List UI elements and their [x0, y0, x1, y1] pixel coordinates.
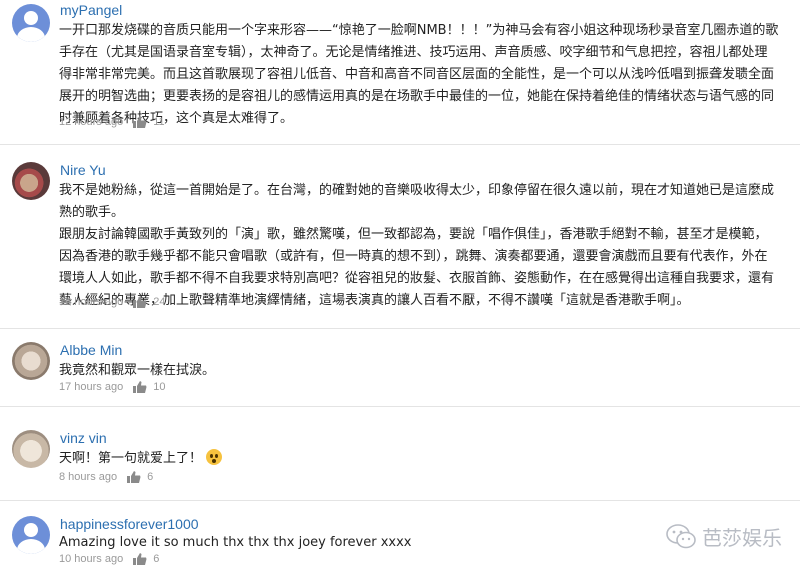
comment-text: 我不是她粉絲，從這一首開始是了。在台灣，的確對她的音樂吸收得太少，印象停留在很久…	[59, 180, 780, 312]
username[interactable]: vinz vin	[60, 430, 107, 446]
comment-body: 天啊！第一句就爱上了！	[59, 451, 203, 466]
thumbs-up-icon[interactable]	[133, 381, 147, 393]
avatar[interactable]	[12, 516, 50, 554]
comment-item: vinz vin 天啊！第一句就爱上了！ 8 hours ago 6	[0, 426, 800, 486]
like-count: 10	[153, 381, 166, 393]
screaming-face-emoji-icon	[206, 449, 223, 465]
comment-text: 天啊！第一句就爱上了！	[59, 448, 780, 470]
default-avatar-head	[24, 523, 38, 537]
comment-paragraph: 我不是她粉絲，從這一首開始是了。在台灣，的確對她的音樂吸收得太少，印象停留在很久…	[59, 183, 775, 220]
comment-text: 一开口那发烧碟的音质只能用一个字来形容——“惊艳了一脸啊NMB！！！”为神马会有…	[59, 23, 779, 126]
divider	[0, 144, 800, 145]
comment-meta: 17 hours ago 10	[59, 381, 165, 393]
avatar[interactable]	[12, 4, 50, 42]
thumbs-up-icon[interactable]	[127, 471, 141, 483]
default-avatar-head	[24, 11, 38, 25]
username[interactable]: Albbe Min	[60, 342, 122, 358]
default-avatar-body	[17, 539, 45, 554]
username[interactable]: happinessforever1000	[60, 516, 199, 532]
comment-meta: 10 hours ago 6	[59, 553, 159, 565]
comment-paragraph: 跟朋友討論韓國歌手黃致列的「演」歌，雖然驚嘆，但一致都認為，要說「唱作俱佳」，香…	[59, 227, 775, 308]
watermark: 芭莎娱乐	[666, 522, 782, 551]
emoji-mouth	[212, 459, 217, 463]
comment-item: Albbe Min 我竟然和觀眾一樣在拭淚。 17 hours ago 10	[0, 338, 800, 398]
avatar[interactable]	[12, 342, 50, 380]
timestamp: 10 hours ago	[59, 553, 124, 565]
default-avatar-body	[17, 27, 45, 42]
watermark-text: 芭莎娱乐	[702, 526, 782, 550]
divider	[0, 500, 800, 501]
divider	[0, 406, 800, 407]
timestamp: 16 hours ago	[59, 296, 124, 308]
comment-text: 我竟然和觀眾一樣在拭淚。	[59, 363, 216, 378]
comment-item: Nire Yu 我不是她粉絲，從這一首開始是了。在台灣，的確對她的音樂吸收得太少…	[0, 156, 800, 316]
timestamp: 12 hours ago	[59, 116, 124, 128]
thumbs-up-icon[interactable]	[133, 296, 147, 308]
like-count: 24	[153, 296, 166, 308]
wechat-icon	[666, 523, 696, 548]
comment-meta: 12 hours ago 11	[59, 116, 165, 128]
username[interactable]: myPangel	[60, 2, 122, 18]
thumbs-up-icon[interactable]	[133, 116, 147, 128]
comment-item: myPangel 一开口那发烧碟的音质只能用一个字来形容——“惊艳了一脸啊NMB…	[0, 0, 800, 140]
like-count: 6	[147, 471, 154, 483]
avatar[interactable]	[12, 162, 50, 200]
avatar[interactable]	[12, 430, 50, 468]
comment-meta: 16 hours ago 24	[59, 296, 165, 308]
username[interactable]: Nire Yu	[60, 162, 106, 178]
timestamp: 17 hours ago	[59, 381, 124, 393]
thumbs-up-icon[interactable]	[133, 553, 147, 565]
like-count: 11	[153, 116, 165, 128]
comment-meta: 8 hours ago 6	[59, 471, 153, 483]
timestamp: 8 hours ago	[59, 471, 118, 483]
like-count: 6	[153, 553, 160, 565]
divider	[0, 328, 800, 329]
